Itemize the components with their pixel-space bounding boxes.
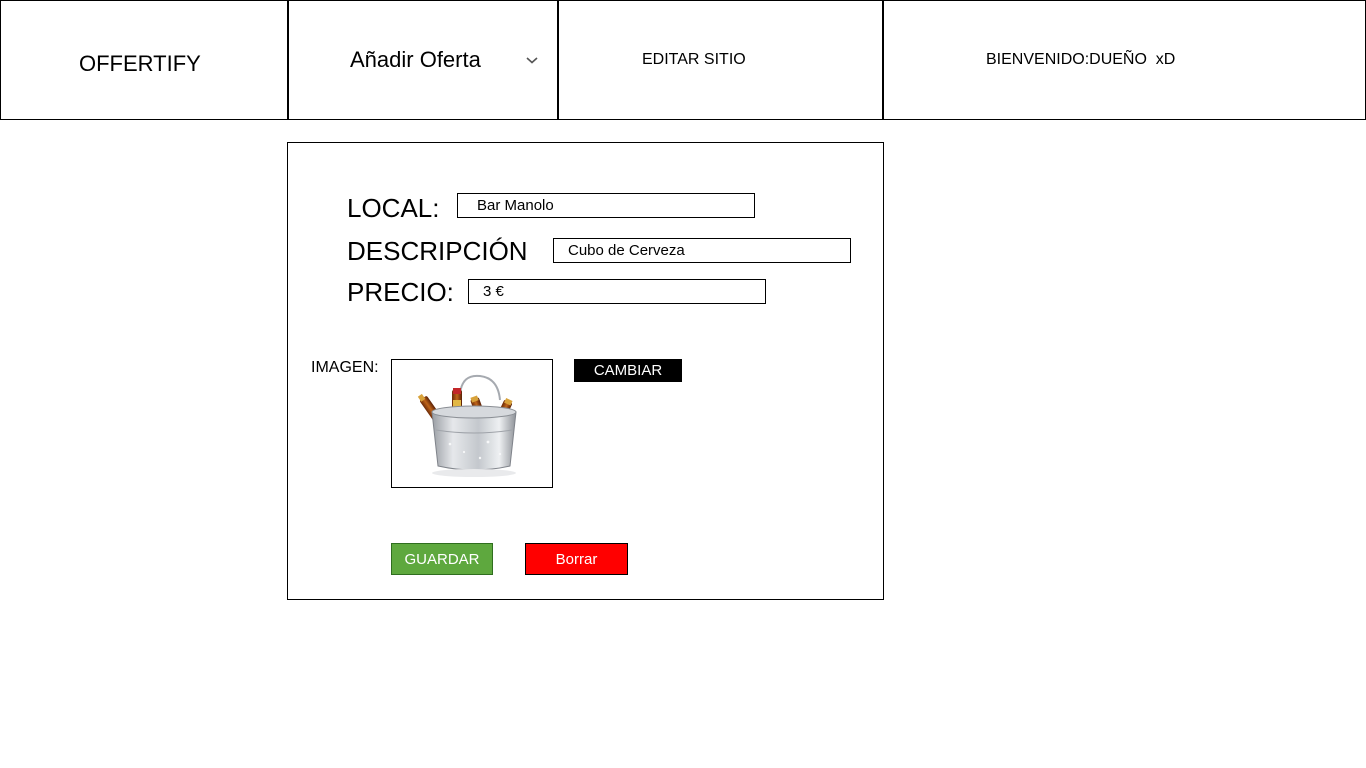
offer-image [391,359,553,488]
description-input[interactable] [553,238,851,263]
description-label: DESCRIPCIÓN [347,236,528,266]
add-offer-label[interactable]: Añadir Oferta [350,47,481,73]
edit-site-nav[interactable]: EDITAR SITIO [557,0,883,120]
offer-form-panel: LOCAL: DESCRIPCIÓN PRECIO: IMAGEN: [287,142,884,600]
save-button[interactable]: GUARDAR [391,543,493,575]
price-input[interactable] [468,279,766,304]
local-label: LOCAL: [347,193,440,223]
welcome-cell: BIENVENIDO:DUEÑO xD [882,0,1366,120]
header-logo-cell: OFFERTIFY [0,0,288,120]
add-offer-dropdown[interactable]: Añadir Oferta [287,0,558,120]
beer-bucket-image [417,374,517,477]
edit-site-link[interactable]: EDITAR SITIO [642,51,746,69]
chevron-down-icon[interactable] [525,53,539,67]
delete-button[interactable]: Borrar [525,543,628,575]
change-image-button[interactable]: CAMBIAR [574,359,682,382]
welcome-text: BIENVENIDO:DUEÑO xD [986,51,1176,68]
price-label: PRECIO: [347,277,454,307]
app-logo[interactable]: OFFERTIFY [79,51,201,77]
local-input[interactable] [457,193,755,218]
image-label: IMAGEN: [311,359,379,376]
